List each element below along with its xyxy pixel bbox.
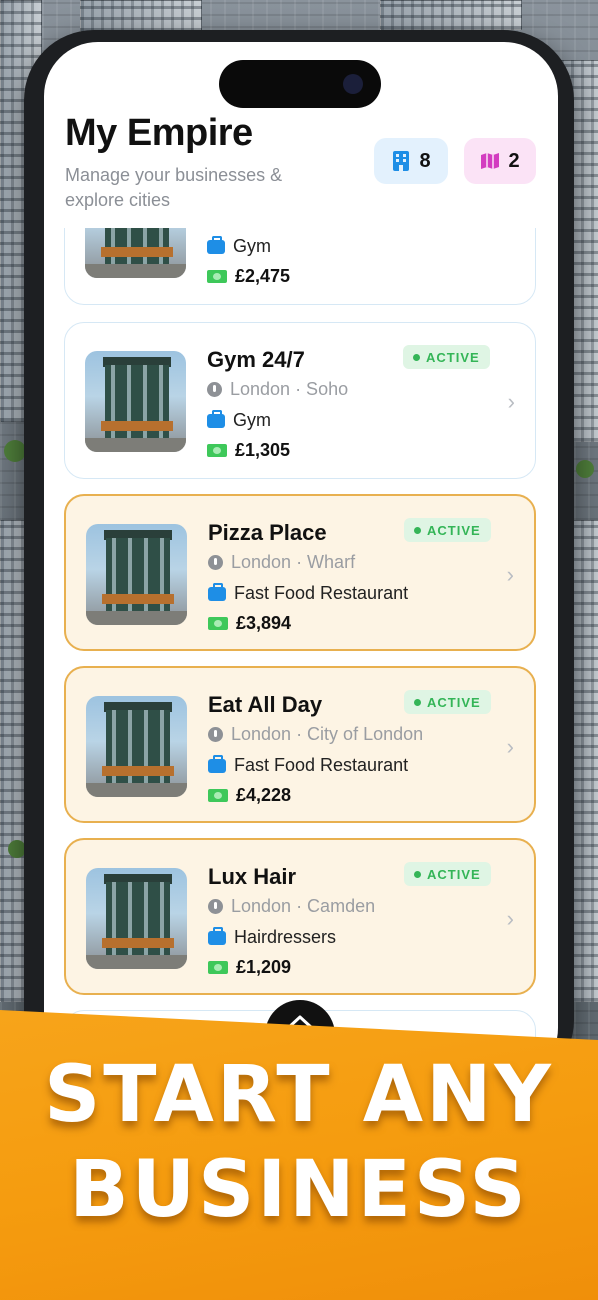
status-badge: ACTIVE	[404, 690, 491, 714]
cities-count: 2	[508, 149, 520, 172]
background-building	[380, 0, 522, 30]
business-name: Lux Hair	[208, 864, 297, 889]
businesses-count-chip[interactable]: 8	[374, 138, 448, 184]
status-badge: ACTIVE	[404, 518, 491, 542]
page-title: My Empire	[65, 112, 253, 154]
business-card[interactable]: Lux Hair ACTIVE London · Camden Hairdres…	[64, 838, 536, 995]
business-type: Gym	[233, 410, 271, 430]
business-income-row: £4,228	[208, 785, 291, 806]
business-type-row: Gym	[207, 235, 271, 257]
business-location: London · City of London	[231, 724, 424, 744]
business-card[interactable]: Gym 24/7 ACTIVE London · Soho Gym £1,305…	[64, 322, 536, 479]
business-list: Gym £2,475 Gym 24/7 ACTIVE London · Soho…	[44, 228, 558, 1048]
business-income: £3,894	[236, 613, 292, 633]
business-income: £1,305	[235, 440, 291, 460]
briefcase-icon	[207, 235, 225, 254]
business-location-row: London · Wharf	[208, 552, 355, 573]
business-thumbnail	[85, 351, 186, 452]
briefcase-icon	[208, 582, 226, 601]
money-bill-icon	[208, 789, 228, 802]
business-location-row: London · Camden	[208, 896, 375, 917]
chevron-right-icon[interactable]: ›	[507, 562, 514, 588]
money-bill-icon	[207, 444, 227, 457]
business-income: £1,209	[236, 957, 292, 977]
money-bill-icon	[208, 617, 228, 630]
businesses-count: 8	[419, 149, 431, 172]
briefcase-icon	[208, 754, 226, 773]
page-subtitle: Manage your businesses & explore cities	[65, 165, 283, 210]
business-location: London · Wharf	[231, 552, 356, 572]
pin-icon	[207, 382, 222, 397]
business-type: Hairdressers	[234, 927, 337, 947]
business-income-row: £1,305	[207, 440, 290, 461]
business-location: London · Soho	[230, 379, 349, 399]
briefcase-icon	[208, 926, 226, 945]
chevron-right-icon[interactable]: ›	[507, 906, 514, 932]
business-type-row: Gym	[207, 409, 271, 431]
business-name: Eat All Day	[208, 692, 323, 717]
business-income: £2,475	[235, 266, 291, 286]
pin-icon	[208, 727, 223, 742]
business-type-row: Hairdressers	[208, 926, 337, 948]
pin-icon	[208, 555, 223, 570]
background-tree	[4, 440, 26, 462]
cities-count-chip[interactable]: 2	[464, 138, 536, 184]
business-card[interactable]: Pizza Place ACTIVE London · Wharf Fast F…	[64, 494, 536, 651]
map-icon	[481, 153, 500, 169]
business-type: Fast Food Restaurant	[234, 755, 409, 775]
business-name: Pizza Place	[208, 520, 327, 545]
business-card[interactable]: Eat All Day ACTIVE London · City of Lond…	[64, 666, 536, 823]
pin-icon	[208, 899, 223, 914]
business-type: Gym	[233, 236, 271, 256]
status-badge: ACTIVE	[403, 345, 490, 369]
business-card[interactable]: Gym £2,475	[64, 228, 536, 305]
business-location-row: London · Soho	[207, 379, 348, 400]
business-thumbnail	[86, 696, 187, 797]
business-income-row: £2,475	[207, 266, 290, 287]
money-bill-icon	[208, 961, 228, 974]
business-thumbnail	[86, 868, 187, 969]
chevron-right-icon[interactable]: ›	[507, 734, 514, 760]
camera-icon	[343, 74, 363, 94]
business-thumbnail	[85, 228, 186, 278]
business-income-row: £3,894	[208, 613, 291, 634]
dynamic-island	[219, 60, 381, 108]
business-type-row: Fast Food Restaurant	[208, 582, 409, 604]
business-location-row: London · City of London	[208, 724, 423, 745]
banner-headline-line2: BUSINESS	[69, 1145, 529, 1235]
briefcase-icon	[207, 409, 225, 428]
business-thumbnail	[86, 524, 187, 625]
business-type: Fast Food Restaurant	[234, 583, 409, 603]
business-income-row: £1,209	[208, 957, 291, 978]
banner-headline-line1: START ANY	[44, 1050, 554, 1140]
background-building	[570, 520, 598, 1002]
status-badge: ACTIVE	[404, 862, 491, 886]
business-name: Gym 24/7	[207, 347, 305, 372]
business-type-row: Fast Food Restaurant	[208, 754, 409, 776]
business-location: London · Camden	[231, 896, 376, 916]
money-bill-icon	[207, 270, 227, 283]
background-building	[80, 0, 202, 32]
chevron-right-icon[interactable]: ›	[508, 389, 515, 415]
building-icon	[393, 151, 410, 171]
background-tree	[576, 460, 594, 478]
business-income: £4,228	[236, 785, 292, 805]
